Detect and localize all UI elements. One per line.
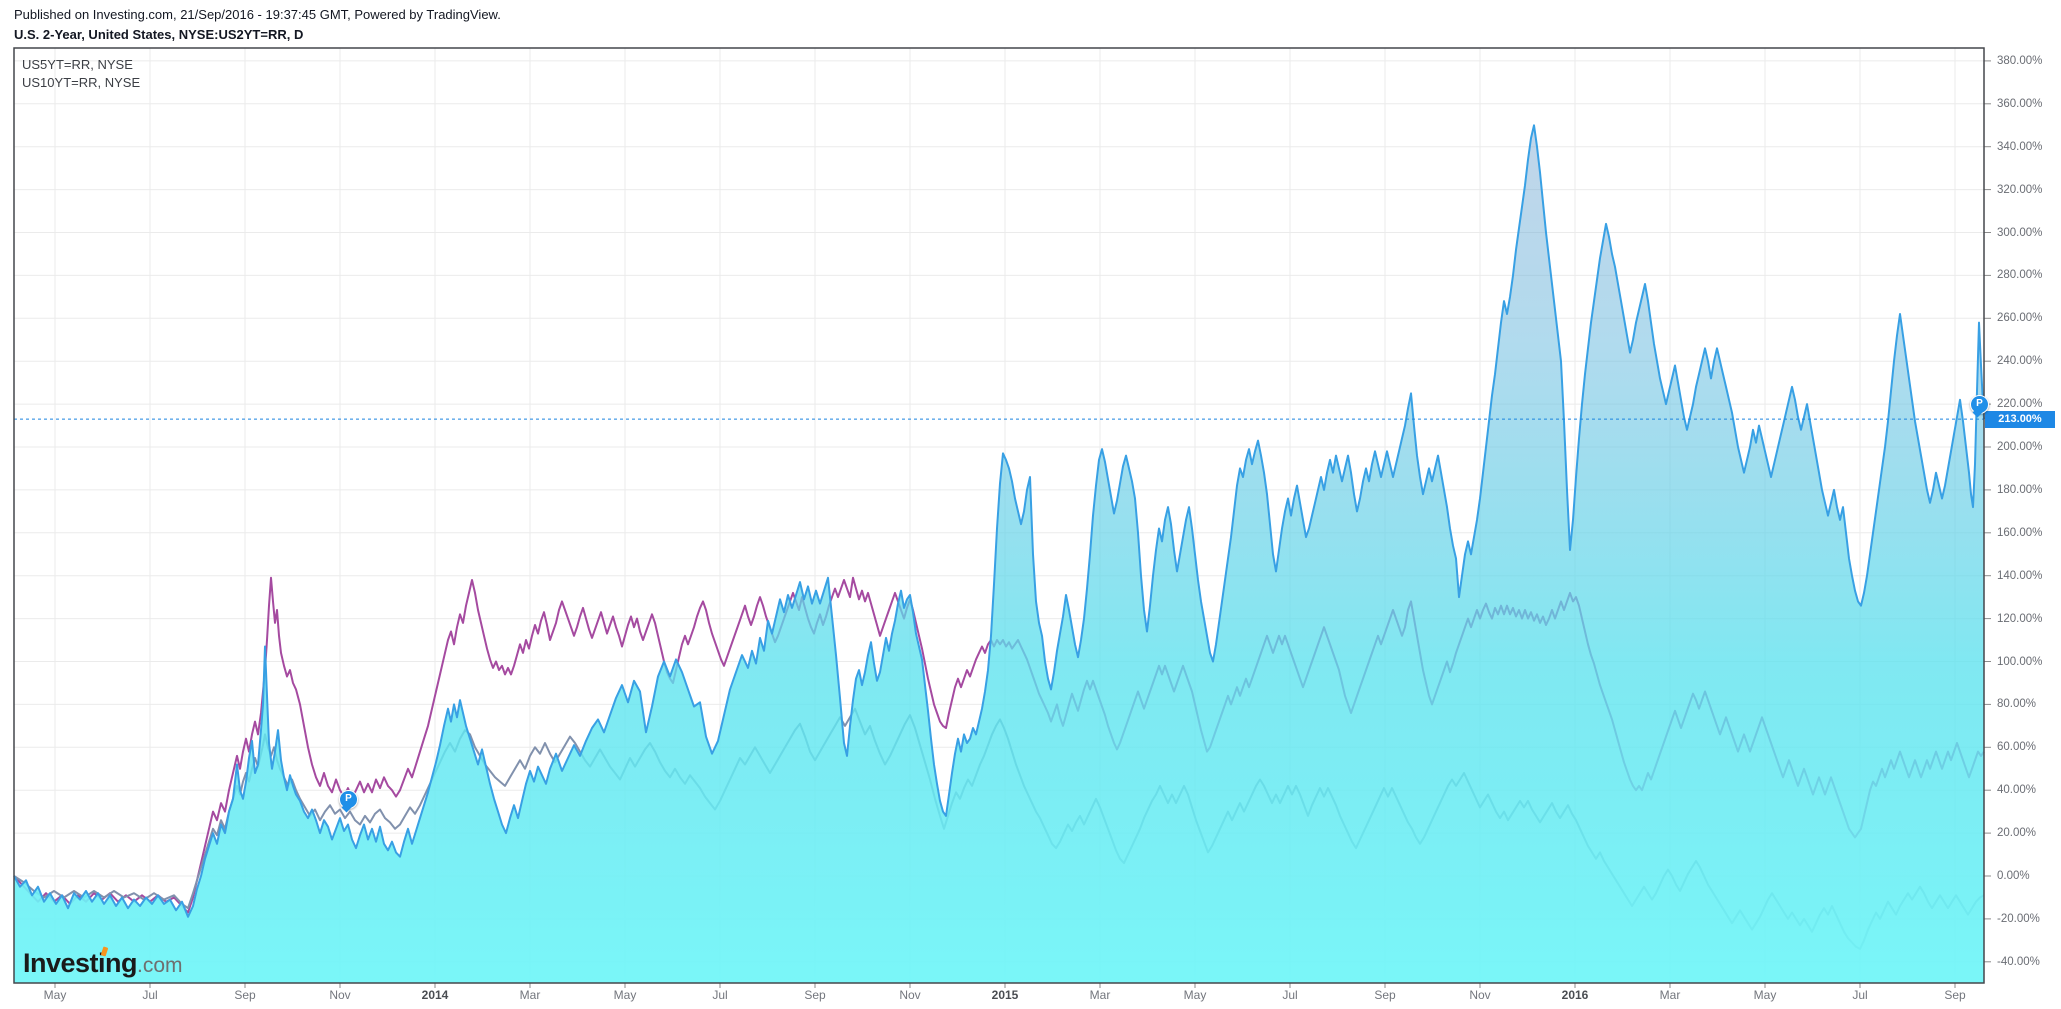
investing-logo-text: Investing — [23, 948, 137, 978]
compare-legend: US5YT=RR, NYSE US10YT=RR, NYSE — [22, 56, 140, 92]
y-axis-label: 80.00% — [1997, 698, 2036, 710]
x-axis-label: Mar — [1090, 988, 1111, 1002]
x-axis-label: Nov — [329, 988, 350, 1002]
x-axis-label: May — [1754, 988, 1777, 1002]
y-axis-label: 20.00% — [1997, 827, 2036, 839]
legend-item-us5yt[interactable]: US5YT=RR, NYSE — [22, 56, 140, 74]
x-axis-label: May — [1184, 988, 1207, 1002]
y-axis-label: 300.00% — [1997, 227, 2042, 239]
y-axis-label: 360.00% — [1997, 98, 2042, 110]
chart-plot-area[interactable]: US5YT=RR, NYSE US10YT=RR, NYSE Investing… — [0, 0, 2061, 1009]
x-axis-label: Nov — [899, 988, 920, 1002]
x-axis-label: May — [44, 988, 67, 1002]
y-axis-label: 320.00% — [1997, 184, 2042, 196]
publication-pin[interactable]: P — [1970, 395, 1989, 414]
x-axis-label: Mar — [520, 988, 541, 1002]
y-axis-label: 40.00% — [1997, 784, 2036, 796]
legend-item-us10yt[interactable]: US10YT=RR, NYSE — [22, 74, 140, 92]
y-axis-label: 60.00% — [1997, 741, 2036, 753]
y-axis-label: 160.00% — [1997, 527, 2042, 539]
investing-logo: Investing.com — [23, 948, 183, 979]
x-axis-label: Sep — [234, 988, 255, 1002]
x-axis-label: 2015 — [992, 988, 1019, 1002]
x-axis-label: Sep — [1374, 988, 1395, 1002]
y-axis-label: 0.00% — [1997, 870, 2030, 882]
x-axis-label: Nov — [1469, 988, 1490, 1002]
y-axis-label: 340.00% — [1997, 141, 2042, 153]
y-axis-label: 220.00% — [1997, 398, 2042, 410]
publication-pin[interactable]: P — [339, 790, 358, 809]
x-axis-label: May — [614, 988, 637, 1002]
chart-page: Published on Investing.com, 21/Sep/2016 … — [0, 0, 2061, 1009]
x-axis-label: Jul — [712, 988, 727, 1002]
x-axis-label: Mar — [1660, 988, 1681, 1002]
chart-canvas[interactable] — [0, 0, 2061, 1009]
y-axis-label: 180.00% — [1997, 484, 2042, 496]
y-axis-label: 200.00% — [1997, 441, 2042, 453]
x-axis-label: 2016 — [1562, 988, 1589, 1002]
x-axis-label: 2014 — [422, 988, 449, 1002]
x-axis-label: Sep — [1944, 988, 1965, 1002]
y-axis-label: 140.00% — [1997, 570, 2042, 582]
x-axis-label: Sep — [804, 988, 825, 1002]
x-axis-label: Jul — [1852, 988, 1867, 1002]
last-value-badge: 213.00% — [1985, 411, 2055, 428]
y-axis-label: 380.00% — [1997, 55, 2042, 67]
y-axis-label: -20.00% — [1997, 913, 2040, 925]
y-axis-label: 100.00% — [1997, 656, 2042, 668]
y-axis-label: 240.00% — [1997, 355, 2042, 367]
x-axis-label: Jul — [142, 988, 157, 1002]
investing-logo-suffix: .com — [137, 954, 183, 977]
y-axis-label: 280.00% — [1997, 269, 2042, 281]
x-axis-label: Jul — [1282, 988, 1297, 1002]
y-axis-label: 120.00% — [1997, 613, 2042, 625]
y-axis-label: 260.00% — [1997, 312, 2042, 324]
y-axis-label: -40.00% — [1997, 956, 2040, 968]
